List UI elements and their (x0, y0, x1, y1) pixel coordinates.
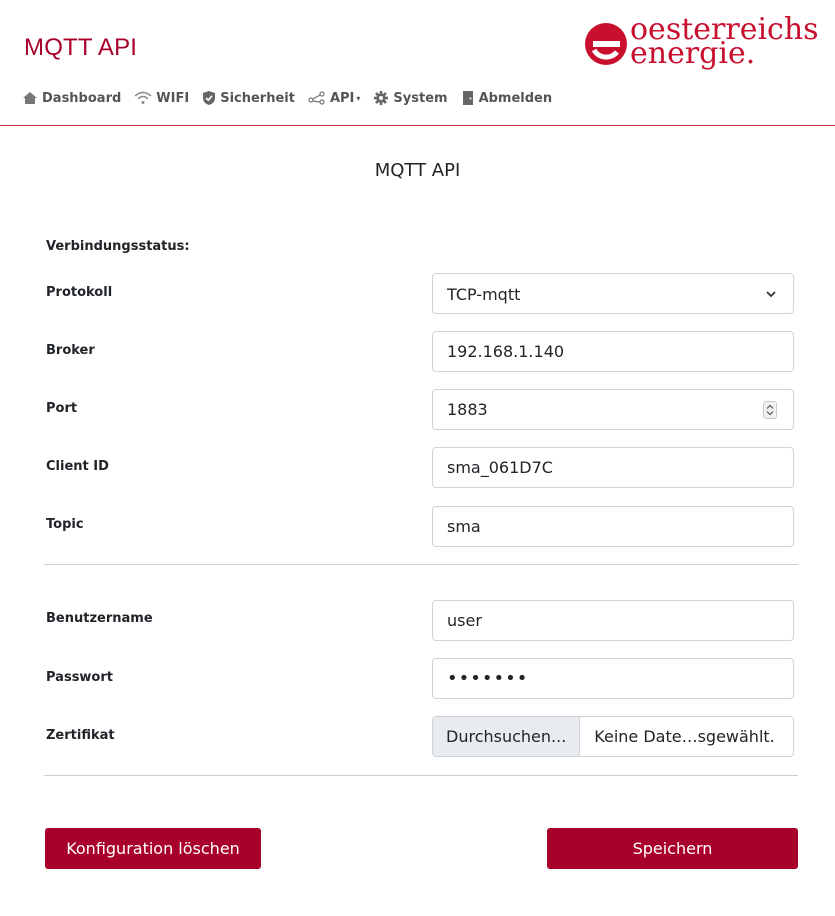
chevron-down-icon: ▾ (356, 93, 361, 103)
browse-button[interactable]: Durchsuchen... (433, 717, 581, 756)
section-divider (44, 775, 798, 776)
nav-system[interactable]: System (373, 90, 448, 106)
section-divider (44, 564, 798, 565)
app-title: MQTT API (24, 34, 138, 61)
nav-sicherheit[interactable]: Sicherheit (202, 90, 295, 106)
selected-file-name: Keine Date…sgewählt. (594, 727, 775, 746)
nav-sicherheit-label: Sicherheit (220, 90, 295, 106)
home-icon (23, 92, 37, 104)
client-id-label: Client ID (46, 459, 109, 474)
door-icon (462, 91, 473, 105)
port-field[interactable] (432, 389, 794, 430)
chevron-down-icon (766, 291, 776, 298)
topic-label: Topic (46, 517, 84, 532)
certificate-file-input[interactable]: Durchsuchen... Keine Date…sgewählt. (432, 716, 794, 757)
protocol-select[interactable]: TCP-mqtt (432, 273, 794, 314)
nav-abmelden-label: Abmelden (478, 90, 553, 106)
nav-system-label: System (393, 90, 448, 106)
page-title: MQTT API (374, 160, 461, 181)
client-id-field[interactable] (432, 447, 794, 488)
shield-icon (203, 91, 216, 105)
gear-icon (374, 91, 389, 105)
brand-logo: oesterreichs energie. (584, 15, 824, 74)
logo-text: oesterreichs energie. (630, 15, 819, 69)
nav-dashboard-label: Dashboard (42, 90, 122, 106)
clear-config-button[interactable]: Konfiguration löschen (45, 828, 261, 869)
wifi-icon (134, 91, 152, 104)
username-label: Benutzername (46, 611, 153, 626)
password-field[interactable] (432, 658, 794, 699)
topic-field[interactable] (432, 506, 794, 547)
client-id-input[interactable] (433, 448, 793, 487)
connection-status-label: Verbindungsstatus: (46, 239, 190, 254)
password-input[interactable] (433, 659, 793, 698)
password-label: Passwort (46, 670, 113, 685)
save-button[interactable]: Speichern (547, 828, 798, 869)
main-nav: Dashboard WIFI Sicherheit API ▾ System A… (22, 88, 565, 108)
nav-abmelden[interactable]: Abmelden (461, 90, 553, 106)
nav-wifi-label: WIFI (156, 90, 190, 106)
protocol-selected-value: TCP-mqtt (447, 285, 521, 304)
port-label: Port (46, 401, 78, 416)
port-stepper[interactable] (763, 401, 777, 419)
stepper-arrows-icon (766, 404, 774, 416)
protocol-label: Protokoll (46, 285, 113, 300)
nav-api[interactable]: API ▾ (308, 91, 360, 106)
certificate-label: Zertifikat (46, 728, 115, 743)
header: MQTT API oesterreichs energie. Dashboard… (0, 0, 835, 126)
username-field[interactable] (432, 600, 794, 641)
nav-wifi[interactable]: WIFI (134, 91, 189, 106)
username-input[interactable] (433, 601, 793, 640)
broker-input[interactable] (433, 332, 793, 371)
nav-dashboard[interactable]: Dashboard (22, 91, 121, 106)
topic-input[interactable] (433, 507, 793, 546)
broker-label: Broker (46, 343, 95, 358)
share-icon (308, 91, 325, 105)
broker-field[interactable] (432, 331, 794, 372)
logo-mark-icon (585, 23, 627, 65)
nav-api-label: API (329, 90, 355, 106)
port-input[interactable] (433, 390, 793, 429)
